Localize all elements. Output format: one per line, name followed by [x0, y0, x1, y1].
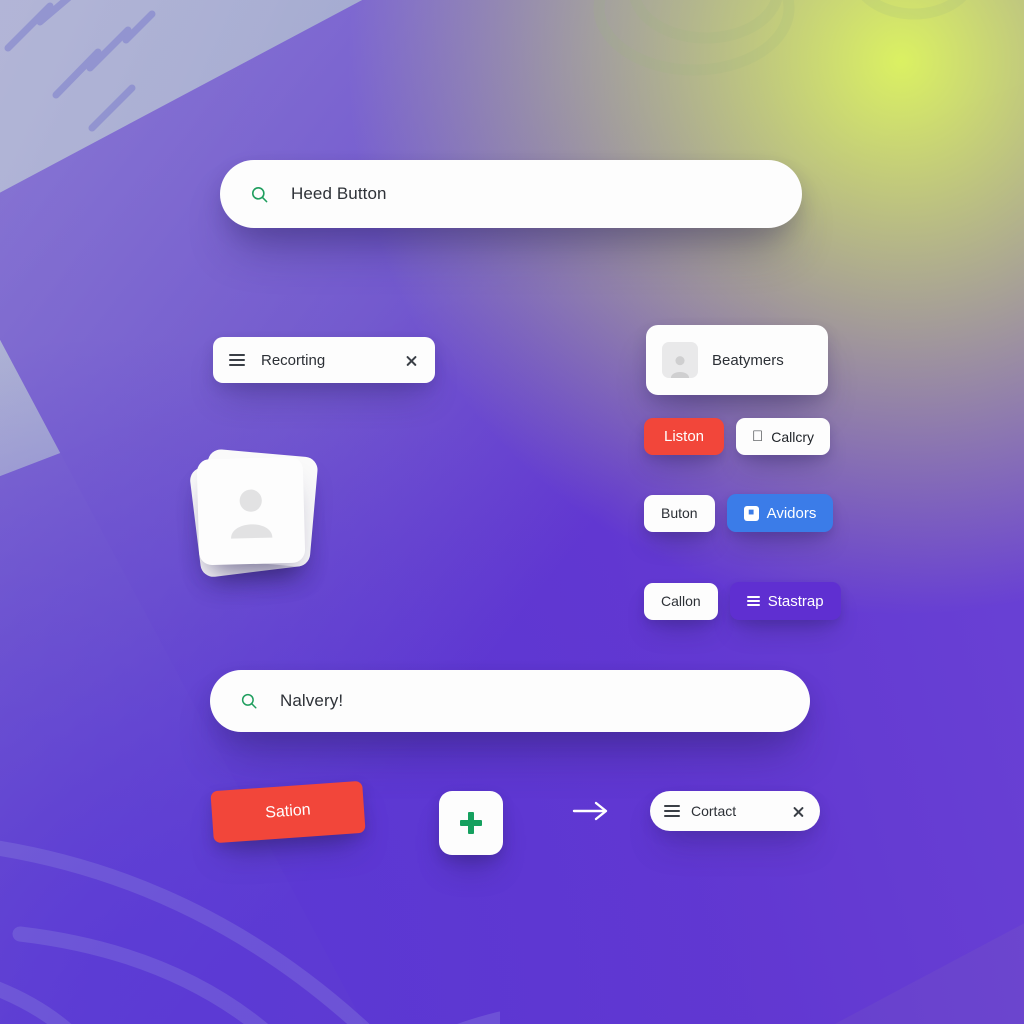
hamburger-icon[interactable] — [664, 805, 680, 817]
search-bottom-value[interactable]: Nalvery! — [280, 691, 343, 711]
sation-button[interactable]: Sation — [210, 780, 366, 844]
card-beatymers-name: Beatymers — [712, 351, 784, 369]
avidors-button-label: Avidors — [766, 504, 817, 522]
badge-icon: ■ — [743, 505, 759, 521]
background — [0, 0, 1024, 1024]
stastrap-button[interactable]: Stastrap — [729, 582, 841, 620]
search-bar-bottom[interactable]: Nalvery! — [210, 670, 810, 732]
stastrap-button-label: Stastrap — [767, 592, 824, 610]
card-beatymers[interactable]: Beatymers — [646, 325, 828, 395]
decorative-circles — [593, 0, 967, 76]
search-top-value[interactable]: Heed Button — [291, 184, 387, 204]
avidors-button[interactable]: ■ Avidors — [726, 494, 834, 532]
button-row-3: Callon Stastrap — [644, 582, 841, 620]
card-recorting[interactable]: Recorting — [213, 337, 435, 383]
liston-button[interactable]: Liston — [644, 418, 724, 455]
add-button[interactable] — [439, 791, 503, 855]
search-bar-top[interactable]: Heed Button — [220, 160, 802, 228]
card-contact-label: Cortact — [691, 803, 737, 819]
apple-icon:  — [752, 429, 763, 444]
arrow-right-icon[interactable] — [572, 798, 612, 824]
decorative-dashes — [4, 0, 156, 132]
callcry-button-label: Callcry — [760, 428, 814, 445]
card-contact[interactable]: Cortact — [650, 791, 820, 831]
button-row-1: Liston  Callcry — [644, 418, 831, 455]
search-icon — [241, 693, 257, 709]
search-icon — [251, 186, 268, 202]
hamburger-icon[interactable] — [229, 354, 245, 366]
user-avatar-icon — [662, 342, 698, 378]
stack-layer-front[interactable] — [196, 456, 306, 566]
callon-button[interactable]: Callon — [644, 582, 718, 620]
user-avatar-icon — [231, 489, 273, 539]
close-icon[interactable] — [404, 353, 419, 368]
close-icon[interactable] — [791, 804, 806, 819]
callcry-button[interactable]:  Callcry — [736, 418, 831, 455]
buton-button[interactable]: Buton — [644, 494, 715, 532]
button-row-2: Buton ■ Avidors — [644, 494, 834, 532]
avatar-card-stack[interactable] — [188, 448, 319, 579]
card-recorting-label: Recorting — [261, 351, 326, 369]
plus-icon — [458, 810, 484, 836]
hamburger-icon — [746, 596, 760, 606]
